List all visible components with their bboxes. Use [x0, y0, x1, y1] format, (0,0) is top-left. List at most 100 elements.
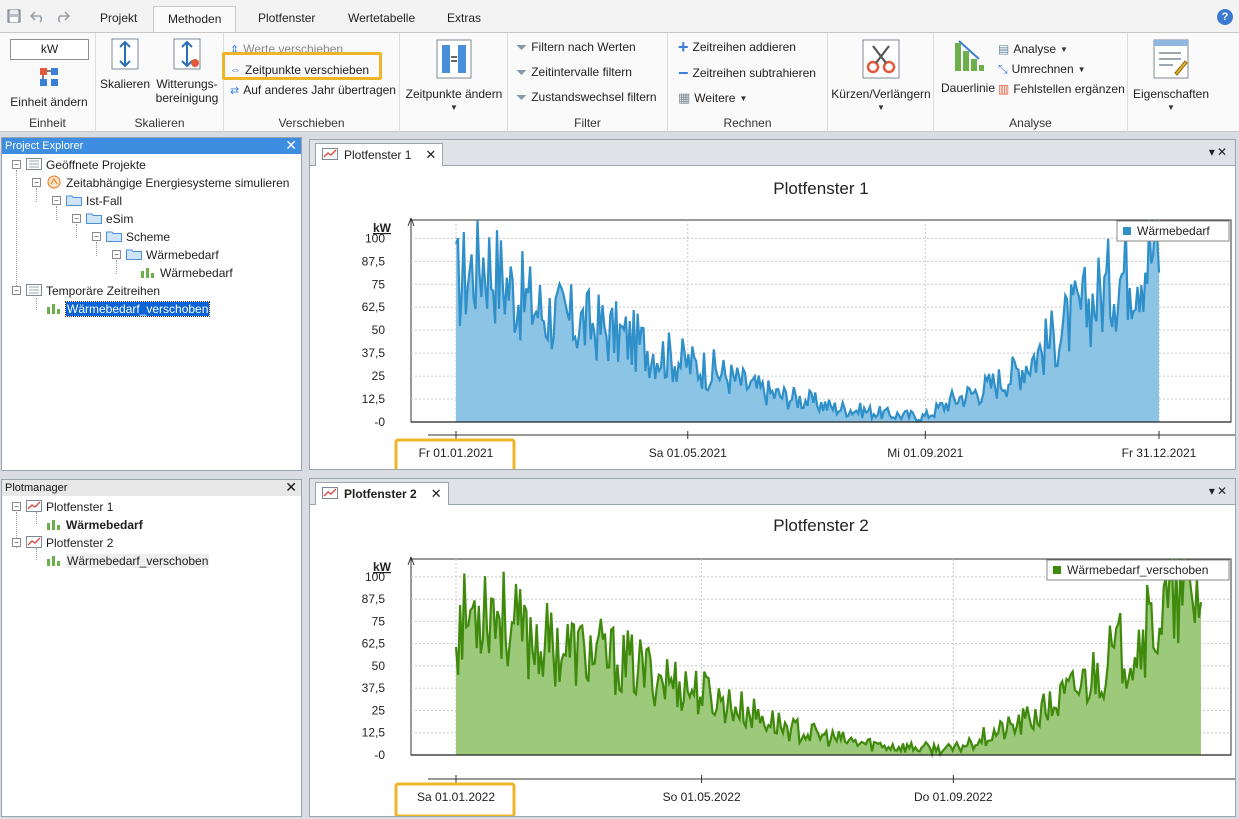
tab-wertetabelle[interactable]: Wertetabelle — [334, 6, 429, 32]
chart-1: Plotfenster 1kW10087,57562,55037,52512,5… — [362, 179, 1235, 469]
tree-label: Wärmebedarf — [146, 248, 219, 262]
skalieren-button[interactable]: Skalieren — [100, 37, 150, 91]
zeitpunkte-aendern-button[interactable]: Zeitpunkte ändern ▼ — [402, 37, 506, 115]
group-label-einheit: Einheit — [29, 116, 66, 130]
y-tick-label: 37,5 — [362, 681, 386, 695]
y-tick-label: -0 — [374, 748, 385, 762]
einheit-aendern-label: Einheit ändern — [10, 95, 88, 109]
plotmanager-title: Plotmanager — [5, 482, 68, 494]
pm-waermebedarf-verschoben[interactable]: Wärmebedarf_verschoben — [46, 552, 210, 570]
pm-plotfenster-1[interactable]: − Plotfenster 1 — [12, 498, 113, 516]
collapse-icon[interactable]: − — [12, 160, 21, 169]
dauerlinie-button[interactable]: Dauerlinie — [936, 37, 1000, 95]
x-tick-label: Sa 01.05.2021 — [649, 446, 727, 460]
window-controls-icon[interactable]: ▾✕ — [1209, 484, 1229, 498]
zeitpunkte-aendern-label: Zeitpunkte ändern — [405, 87, 503, 101]
tab-methoden[interactable]: Methoden — [153, 6, 237, 32]
zeitreihen-addieren-button[interactable]: + Zeitreihen addieren — [678, 37, 796, 57]
tree-scheme[interactable]: − Scheme — [92, 228, 170, 246]
pm-plotfenster-2[interactable]: − Plotfenster 2 — [12, 534, 113, 552]
y-tick-label: -0 — [374, 415, 385, 429]
duration-curve-icon — [936, 37, 1000, 78]
plot-1-tab[interactable]: Plotfenster 1 ✕ — [315, 143, 444, 166]
tree-waermebedarf-verschoben[interactable]: Wärmebedarf_verschoben — [46, 300, 211, 318]
pm-waermebedarf[interactable]: Wärmebedarf — [46, 516, 143, 534]
umrechnen-caret-icon: ▼ — [1077, 64, 1086, 74]
anderes-jahr-button[interactable]: ⇄ Auf anderes Jahr übertragen — [230, 80, 396, 100]
witterungsbereinigung-button[interactable]: Witterungs- bereinigung — [152, 37, 222, 105]
chart-title: Plotfenster 2 — [773, 516, 868, 535]
timeseries-icon — [140, 266, 156, 281]
x-tick-label: Sa 01.01.2022 — [417, 790, 495, 804]
einheit-aendern-button[interactable]: Einheit ändern — [6, 65, 92, 109]
kuerzen-verlaengern-button[interactable]: Kürzen/Verlängern ▼ — [830, 37, 932, 115]
shift-values-icon: ⇕ — [230, 43, 240, 56]
unit-input[interactable]: kW — [10, 39, 89, 60]
plot-window-icon — [322, 486, 338, 502]
witterung-label-2: bereinigung — [155, 91, 219, 105]
zeitpunkte-verschieben-button[interactable]: ⇔ Zeitpunkte verschieben — [230, 60, 369, 80]
tab-projekt[interactable]: Projekt — [86, 6, 151, 32]
redo-icon[interactable] — [52, 6, 72, 26]
plot-window-icon — [322, 147, 338, 163]
zeitreihen-subtrahieren-button[interactable]: − Zeitreihen subtrahieren — [678, 63, 816, 83]
collapse-icon[interactable]: − — [52, 196, 61, 205]
collapse-icon[interactable]: − — [12, 286, 21, 295]
tree-label: Geöffnete Projekte — [46, 158, 146, 172]
close-icon[interactable]: ✕ — [285, 137, 297, 153]
collapse-icon[interactable]: − — [12, 502, 21, 511]
plot-2-tab[interactable]: Plotfenster 2 ✕ — [315, 482, 449, 505]
tab-plotfenster[interactable]: Plotfenster — [244, 6, 329, 32]
plus-icon: + — [678, 36, 689, 57]
werte-verschieben-label: Werte verschieben — [243, 42, 344, 56]
fehlstellen-button[interactable]: ▥ Fehlstellen ergänzen — [998, 79, 1125, 99]
weitere-caret-icon: ▼ — [739, 93, 748, 103]
collapse-icon[interactable]: − — [112, 250, 121, 259]
x-tick-label: Mi 01.09.2021 — [887, 446, 963, 460]
tab-extras[interactable]: Extras — [433, 6, 495, 32]
convert-icon: ⤡ — [998, 61, 1008, 76]
undo-icon[interactable] — [28, 6, 48, 26]
umrechnen-button[interactable]: ⤡ Umrechnen ▼ — [998, 59, 1086, 79]
save-icon[interactable] — [4, 6, 24, 26]
collapse-icon[interactable]: − — [12, 538, 21, 547]
collapse-icon[interactable]: − — [32, 178, 41, 187]
y-tick-label: 100 — [365, 231, 385, 245]
fill-gaps-icon: ▥ — [998, 82, 1010, 96]
tree-esim[interactable]: − eSim — [72, 210, 133, 228]
window-controls-icon[interactable]: ▾✕ — [1209, 145, 1229, 159]
close-icon[interactable]: ✕ — [431, 486, 442, 502]
tree-waermebedarf-series[interactable]: Wärmebedarf — [140, 264, 233, 282]
tree-zeitabhaengige-energiesysteme[interactable]: − Zeitabhängige Energiesysteme simuliere… — [32, 174, 289, 192]
y-tick-label: 62,5 — [362, 300, 386, 314]
timeseries-icon — [46, 554, 62, 569]
timeseries-icon — [46, 518, 62, 533]
eigenschaften-button[interactable]: Eigenschaften ▼ — [1130, 37, 1212, 115]
zeitintervalle-button[interactable]: ⏷ Zeitintervalle filtern — [516, 62, 632, 82]
zustandswechsel-button[interactable]: ⏷ Zustandswechsel filtern — [516, 87, 657, 107]
close-icon[interactable]: ✕ — [285, 479, 297, 495]
zeitpunkte-verschieben-label: Zeitpunkte verschieben — [245, 63, 370, 77]
y-tick-label: 37,5 — [362, 346, 386, 360]
tree-waermebedarf-folder[interactable]: − Wärmebedarf — [112, 246, 219, 264]
help-icon[interactable]: ? — [1217, 9, 1233, 25]
pm-label: Plotfenster 2 — [46, 536, 114, 550]
collapse-icon[interactable]: − — [92, 232, 101, 241]
y-tick-label: 25 — [372, 703, 386, 717]
analyse-button[interactable]: ▤ Analyse ▼ — [998, 39, 1068, 59]
y-tick-label: 12,5 — [362, 726, 386, 740]
tree-temporaere-zeitreihen[interactable]: − Temporäre Zeitreihen — [12, 282, 160, 300]
close-icon[interactable]: ✕ — [425, 147, 436, 163]
filtern-werte-button[interactable]: ⏷ Filtern nach Werten — [516, 37, 636, 57]
tree-geoeffnete-projekte[interactable]: − Geöffnete Projekte — [12, 156, 146, 174]
werte-verschieben-button[interactable]: ⇕ Werte verschieben — [230, 39, 343, 59]
collapse-icon[interactable]: − — [72, 214, 81, 223]
weitere-button[interactable]: ▦ Weitere ▼ — [678, 88, 747, 108]
pm-label: Wärmebedarf — [66, 518, 143, 532]
scale-icon — [100, 37, 150, 74]
tree-ist-fall[interactable]: − Ist-Fall — [52, 192, 122, 210]
quick-access-toolbar — [4, 6, 72, 26]
plot-window-icon — [26, 499, 42, 515]
subtrahieren-label: Zeitreihen subtrahieren — [692, 66, 816, 80]
tree-label: Zeitabhängige Energiesysteme simulieren — [66, 176, 290, 190]
